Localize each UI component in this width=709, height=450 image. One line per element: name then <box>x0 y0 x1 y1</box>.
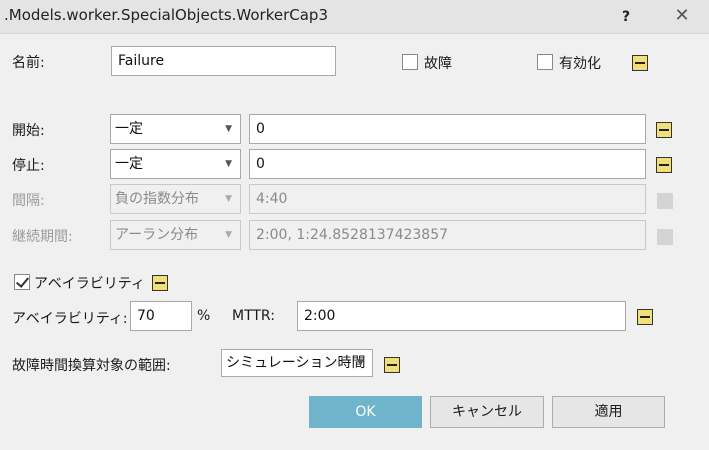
chevron-down-icon: ▼ <box>225 124 232 134</box>
stop-distribution-value: 一定 <box>115 156 143 172</box>
pin-icon-interval <box>657 193 673 209</box>
ok-button[interactable]: OK <box>309 396 422 428</box>
stop-distribution-select[interactable]: 一定 ▼ <box>110 149 241 179</box>
start-distribution-value: 一定 <box>115 121 143 137</box>
availability-label: アベイラビリティ: <box>12 311 128 327</box>
cancel-button[interactable]: キャンセル <box>430 396 544 428</box>
mttr-label: MTTR: <box>232 308 275 324</box>
stop-value-input[interactable]: 0 <box>249 149 646 179</box>
close-button[interactable]: ✕ <box>670 4 694 28</box>
interval-distribution-value: 負の指数分布 <box>115 191 199 207</box>
pin-icon-scope[interactable] <box>384 357 400 373</box>
pin-icon-stop[interactable] <box>656 157 672 173</box>
name-label: 名前: <box>12 55 45 71</box>
failure-checkbox-label: 故障 <box>424 56 452 72</box>
title-bar: .Models.worker.SpecialObjects.WorkerCap3… <box>0 0 709 34</box>
scope-select[interactable]: シミュレーション時間 ▼ <box>221 349 373 377</box>
pin-icon-duration <box>657 229 673 245</box>
duration-label: 継続期間: <box>12 229 73 245</box>
failure-checkbox[interactable] <box>402 54 418 70</box>
pin-icon-start[interactable] <box>656 122 672 138</box>
pin-icon-availability[interactable] <box>152 275 168 291</box>
interval-value-input[interactable]: 4:40 <box>249 184 646 214</box>
start-label: 開始: <box>12 123 45 139</box>
help-button[interactable]: ? <box>614 5 638 29</box>
interval-distribution-select[interactable]: 負の指数分布 ▼ <box>110 184 241 214</box>
chevron-down-icon: ▼ <box>225 194 232 204</box>
apply-button[interactable]: 適用 <box>552 396 665 428</box>
duration-distribution-value: アーラン分布 <box>115 227 199 243</box>
chevron-down-icon: ▼ <box>225 159 232 169</box>
interval-label: 間隔: <box>12 193 45 209</box>
window-title: .Models.worker.SpecialObjects.WorkerCap3 <box>4 6 328 24</box>
start-distribution-select[interactable]: 一定 ▼ <box>110 114 241 144</box>
availability-checkbox[interactable] <box>14 274 30 290</box>
chevron-down-icon: ▼ <box>357 358 364 368</box>
pin-icon-mttr[interactable] <box>637 309 653 325</box>
availability-checkbox-label: アベイラビリティ <box>34 276 145 292</box>
pin-icon-name[interactable] <box>632 55 648 71</box>
start-value-input[interactable]: 0 <box>249 114 646 144</box>
name-input[interactable]: Failure <box>111 46 336 76</box>
enabled-checkbox-label: 有効化 <box>559 56 601 72</box>
scope-value: シミュレーション時間 <box>226 355 366 371</box>
scope-label: 故障時間換算対象の範囲: <box>12 358 171 374</box>
availability-input[interactable]: 70 <box>130 301 192 331</box>
duration-value-input[interactable]: 2:00, 1:24.8528137423857 <box>249 220 646 250</box>
enabled-checkbox[interactable] <box>537 54 553 70</box>
chevron-down-icon: ▼ <box>225 230 232 240</box>
mttr-input[interactable]: 2:00 <box>297 301 626 331</box>
stop-label: 停止: <box>12 158 45 174</box>
availability-unit: % <box>197 308 211 324</box>
duration-distribution-select[interactable]: アーラン分布 ▼ <box>110 220 241 250</box>
